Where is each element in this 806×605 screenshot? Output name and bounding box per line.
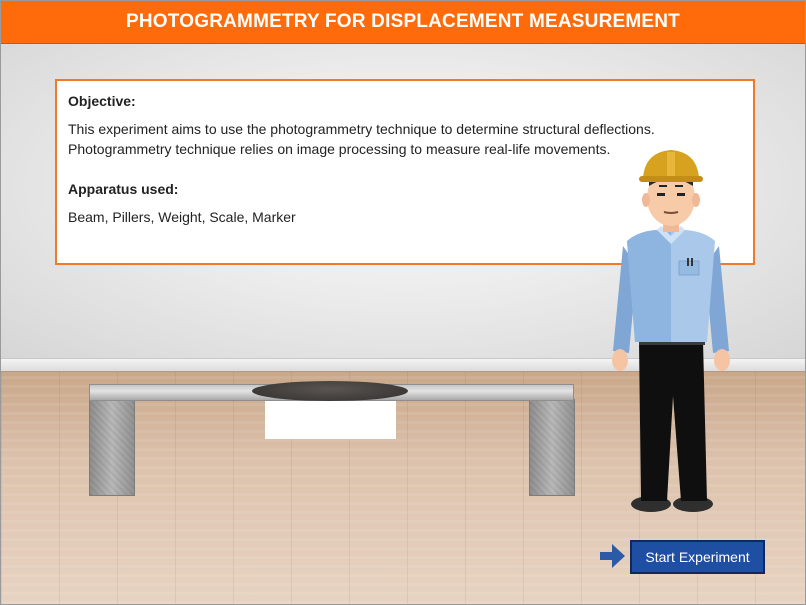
marker-board xyxy=(265,401,396,439)
arrow-right-icon xyxy=(600,544,625,568)
engineer-character xyxy=(612,150,730,512)
left-pillar xyxy=(89,399,135,496)
objective-heading: Objective: xyxy=(68,93,136,109)
objective-text-line-1: This experiment aims to use the photogra… xyxy=(68,121,655,137)
right-pillar xyxy=(529,399,575,496)
weight-disc xyxy=(252,381,408,401)
page-title: PHOTOGRAMMETRY FOR DISPLACEMENT MEASUREM… xyxy=(1,1,805,44)
experiment-window: PHOTOGRAMMETRY FOR DISPLACEMENT MEASUREM… xyxy=(0,0,806,605)
start-experiment-button[interactable]: Start Experiment xyxy=(630,540,765,574)
